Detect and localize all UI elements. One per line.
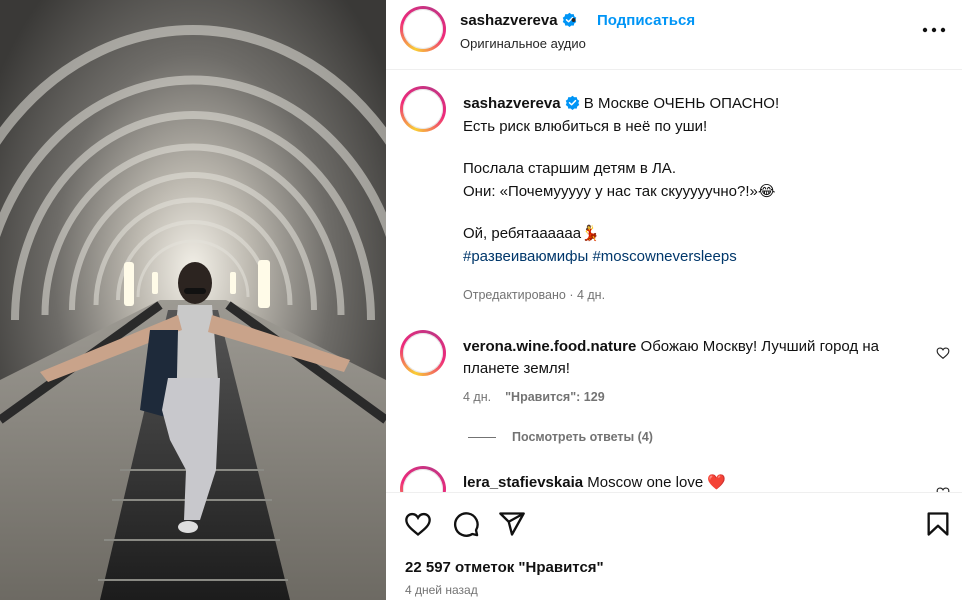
- comment-likes[interactable]: "Нравится": 129: [505, 390, 605, 404]
- comment-text: lera_stafievskaia Moscow one love ❤️: [463, 472, 923, 492]
- more-icon[interactable]: [922, 24, 946, 36]
- avatar[interactable]: [400, 6, 446, 52]
- caption-line: Послала старшим детям в ЛА.: [463, 160, 676, 177]
- author-username[interactable]: sashazvereva: [460, 12, 558, 29]
- author-row: sashazvereva: [460, 12, 577, 30]
- follow-button[interactable]: Подписаться: [597, 12, 695, 29]
- comments-scroll-area: lera_stafievskaia Moscow one love ❤️: [386, 462, 962, 492]
- hashtag-link[interactable]: #moscowneversleeps: [592, 248, 736, 265]
- divider: [468, 437, 496, 439]
- comment-meta: 4 дн. "Нравится": 129: [463, 390, 605, 404]
- edited-label: Отредактировано · 4 дн.: [463, 288, 606, 302]
- caption-text: sashazvereva В Москве ОЧЕНЬ ОПАСНО! Есть…: [463, 92, 943, 268]
- avatar[interactable]: [400, 466, 446, 492]
- escalator-photo: [0, 0, 386, 600]
- audio-label[interactable]: Оригинальное аудио: [460, 36, 586, 51]
- post-header: sashazvereva • Подписаться Оригинальное …: [386, 0, 962, 70]
- view-replies-label: Посмотреть ответы (4): [512, 430, 653, 444]
- comment-time: 4 дн.: [463, 390, 492, 404]
- comment-username[interactable]: lera_stafievskaia: [463, 474, 583, 491]
- heart-icon[interactable]: [404, 510, 432, 538]
- caption-username[interactable]: sashazvereva: [463, 95, 561, 112]
- caption-line: В Москве ОЧЕНЬ ОПАСНО!: [583, 95, 780, 112]
- caption-line: Они: «Почемууууу у нас так скууууучно?!»…: [463, 183, 776, 200]
- avatar[interactable]: [400, 86, 446, 132]
- verified-icon: [565, 95, 579, 110]
- hashtags: #развеиваюмифы #moscowneversleeps: [463, 245, 943, 268]
- post-photo[interactable]: [0, 0, 386, 600]
- post-time: 4 дней назад: [405, 583, 478, 597]
- post-details: sashazvereva • Подписаться Оригинальное …: [386, 0, 962, 600]
- comment-username[interactable]: verona.wine.food.nature: [463, 338, 636, 355]
- comment-text: verona.wine.food.nature Обожаю Москву! Л…: [463, 336, 923, 380]
- comment-icon[interactable]: [452, 510, 480, 538]
- hashtag-link[interactable]: #развеиваюмифы: [463, 248, 588, 265]
- separator: •: [571, 12, 577, 29]
- caption-line: Есть риск влюбиться в неё по уши!: [463, 118, 708, 135]
- bookmark-icon[interactable]: [924, 510, 952, 538]
- avatar[interactable]: [400, 330, 446, 376]
- likes-count[interactable]: 22 597 отметок "Нравится": [405, 559, 604, 576]
- heart-icon[interactable]: [936, 346, 950, 360]
- share-icon[interactable]: [498, 510, 526, 538]
- comment-body: Moscow one love ❤️: [587, 474, 727, 491]
- action-bar: 22 597 отметок "Нравится" 4 дней назад: [386, 492, 962, 600]
- caption-line: Ой, ребятаааааа💃: [463, 225, 600, 242]
- view-replies-button[interactable]: Посмотреть ответы (4): [468, 430, 653, 444]
